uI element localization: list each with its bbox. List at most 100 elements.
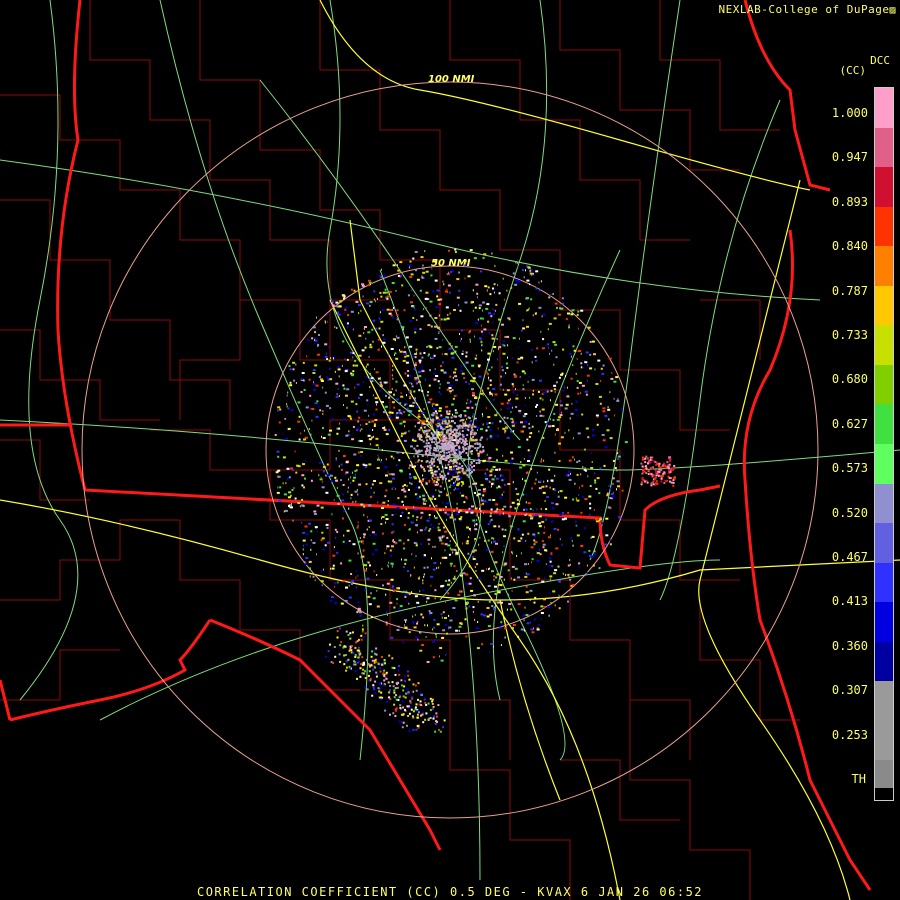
- radar-gate: [554, 451, 556, 454]
- radar-gate: [297, 502, 301, 504]
- radar-gate: [436, 476, 439, 479]
- radar-gate: [456, 296, 460, 299]
- radar-gate: [431, 356, 433, 359]
- radar-gate: [397, 274, 400, 277]
- radar-gate: [517, 280, 521, 282]
- radar-gate: [301, 504, 305, 507]
- radar-gate: [305, 557, 309, 559]
- radar-gate: [558, 416, 562, 419]
- radar-gate: [380, 401, 384, 404]
- radar-gate: [413, 364, 417, 367]
- radar-gate: [456, 425, 459, 428]
- radar-gate: [305, 406, 309, 409]
- radar-gate: [617, 485, 620, 488]
- radar-gate: [328, 346, 330, 349]
- radar-gate: [655, 480, 658, 483]
- radar-gate: [396, 598, 399, 601]
- radar-gate: [465, 635, 468, 638]
- radar-gate: [475, 354, 477, 357]
- radar-gate: [621, 408, 624, 411]
- radar-gate: [395, 513, 397, 516]
- radar-gate: [379, 376, 381, 379]
- radar-gate: [534, 596, 537, 599]
- radar-gate: [506, 289, 508, 292]
- radar-gate: [423, 575, 425, 578]
- radar-gate: [359, 614, 363, 617]
- radar-gate: [414, 508, 418, 511]
- radar-gate: [513, 373, 516, 376]
- radar-gate: [391, 523, 394, 526]
- radar-gate: [445, 506, 447, 508]
- radar-gate: [371, 694, 374, 697]
- radar-gate: [477, 621, 479, 623]
- radar-gate: [443, 508, 444, 511]
- radar-gate: [434, 431, 437, 434]
- radar-gate: [321, 584, 323, 587]
- radar-gate: [500, 475, 504, 478]
- radar-gate: [570, 472, 571, 475]
- radar-gate: [401, 511, 404, 514]
- radar-gate: [442, 458, 445, 460]
- radar-gate: [456, 440, 459, 442]
- radar-gate: [413, 447, 416, 450]
- radar-gate: [417, 413, 420, 416]
- radar-gate: [432, 481, 436, 484]
- radar-gate: [480, 497, 482, 500]
- radar-gate: [497, 591, 501, 594]
- radar-gate: [428, 504, 431, 507]
- radar-gate: [456, 507, 459, 510]
- radar-gate: [467, 454, 469, 457]
- radar-gate: [594, 472, 596, 475]
- radar-gate: [378, 456, 380, 459]
- radar-gate: [464, 414, 467, 417]
- radar-gate: [397, 669, 400, 672]
- radar-gate: [292, 368, 295, 371]
- radar-gate: [396, 683, 399, 685]
- radar-gate: [580, 309, 584, 312]
- radar-gate: [312, 541, 316, 544]
- radar-gate: [372, 597, 376, 600]
- radar-gate: [357, 493, 359, 496]
- colorbar-label: 0.787: [831, 283, 868, 298]
- radar-gate: [475, 523, 478, 526]
- radar-gate: [468, 467, 471, 470]
- radar-gate: [439, 473, 442, 476]
- radar-gate: [504, 459, 508, 462]
- radar-gate: [395, 487, 397, 490]
- radar-gate: [486, 289, 488, 292]
- radar-gate: [584, 527, 586, 530]
- radar-gate: [476, 519, 478, 522]
- radar-gate: [288, 505, 290, 507]
- radar-gate: [412, 437, 414, 440]
- radar-gate: [415, 555, 417, 558]
- radar-gate: [340, 463, 343, 466]
- radar-gate: [376, 574, 378, 576]
- radar-gate: [547, 328, 549, 331]
- radar-gate: [357, 451, 360, 454]
- radar-gate: [449, 562, 453, 565]
- radar-gate: [385, 611, 388, 614]
- radar-gate: [520, 329, 523, 332]
- radar-gate: [333, 646, 336, 648]
- radar-gate: [462, 418, 465, 421]
- radar-gate: [449, 532, 451, 535]
- radar-gate: [377, 687, 380, 690]
- radar-gate: [428, 384, 431, 387]
- radar-gate: [380, 295, 383, 298]
- radar-gate: [495, 448, 498, 451]
- radar-gate: [479, 445, 482, 448]
- radar-gate: [394, 339, 396, 342]
- radar-gate: [402, 706, 404, 709]
- radar-gate: [577, 392, 580, 395]
- radar-gate: [411, 696, 414, 699]
- radar-gate: [409, 458, 412, 461]
- radar-gate: [357, 574, 359, 577]
- radar-gate: [470, 509, 473, 512]
- radar-gate: [287, 407, 290, 410]
- radar-gate: [350, 497, 352, 500]
- radar-gate: [651, 467, 654, 470]
- radar-gate: [341, 468, 343, 471]
- radar-gate: [422, 582, 424, 585]
- radar-gate: [421, 267, 425, 270]
- radar-gate: [465, 469, 468, 472]
